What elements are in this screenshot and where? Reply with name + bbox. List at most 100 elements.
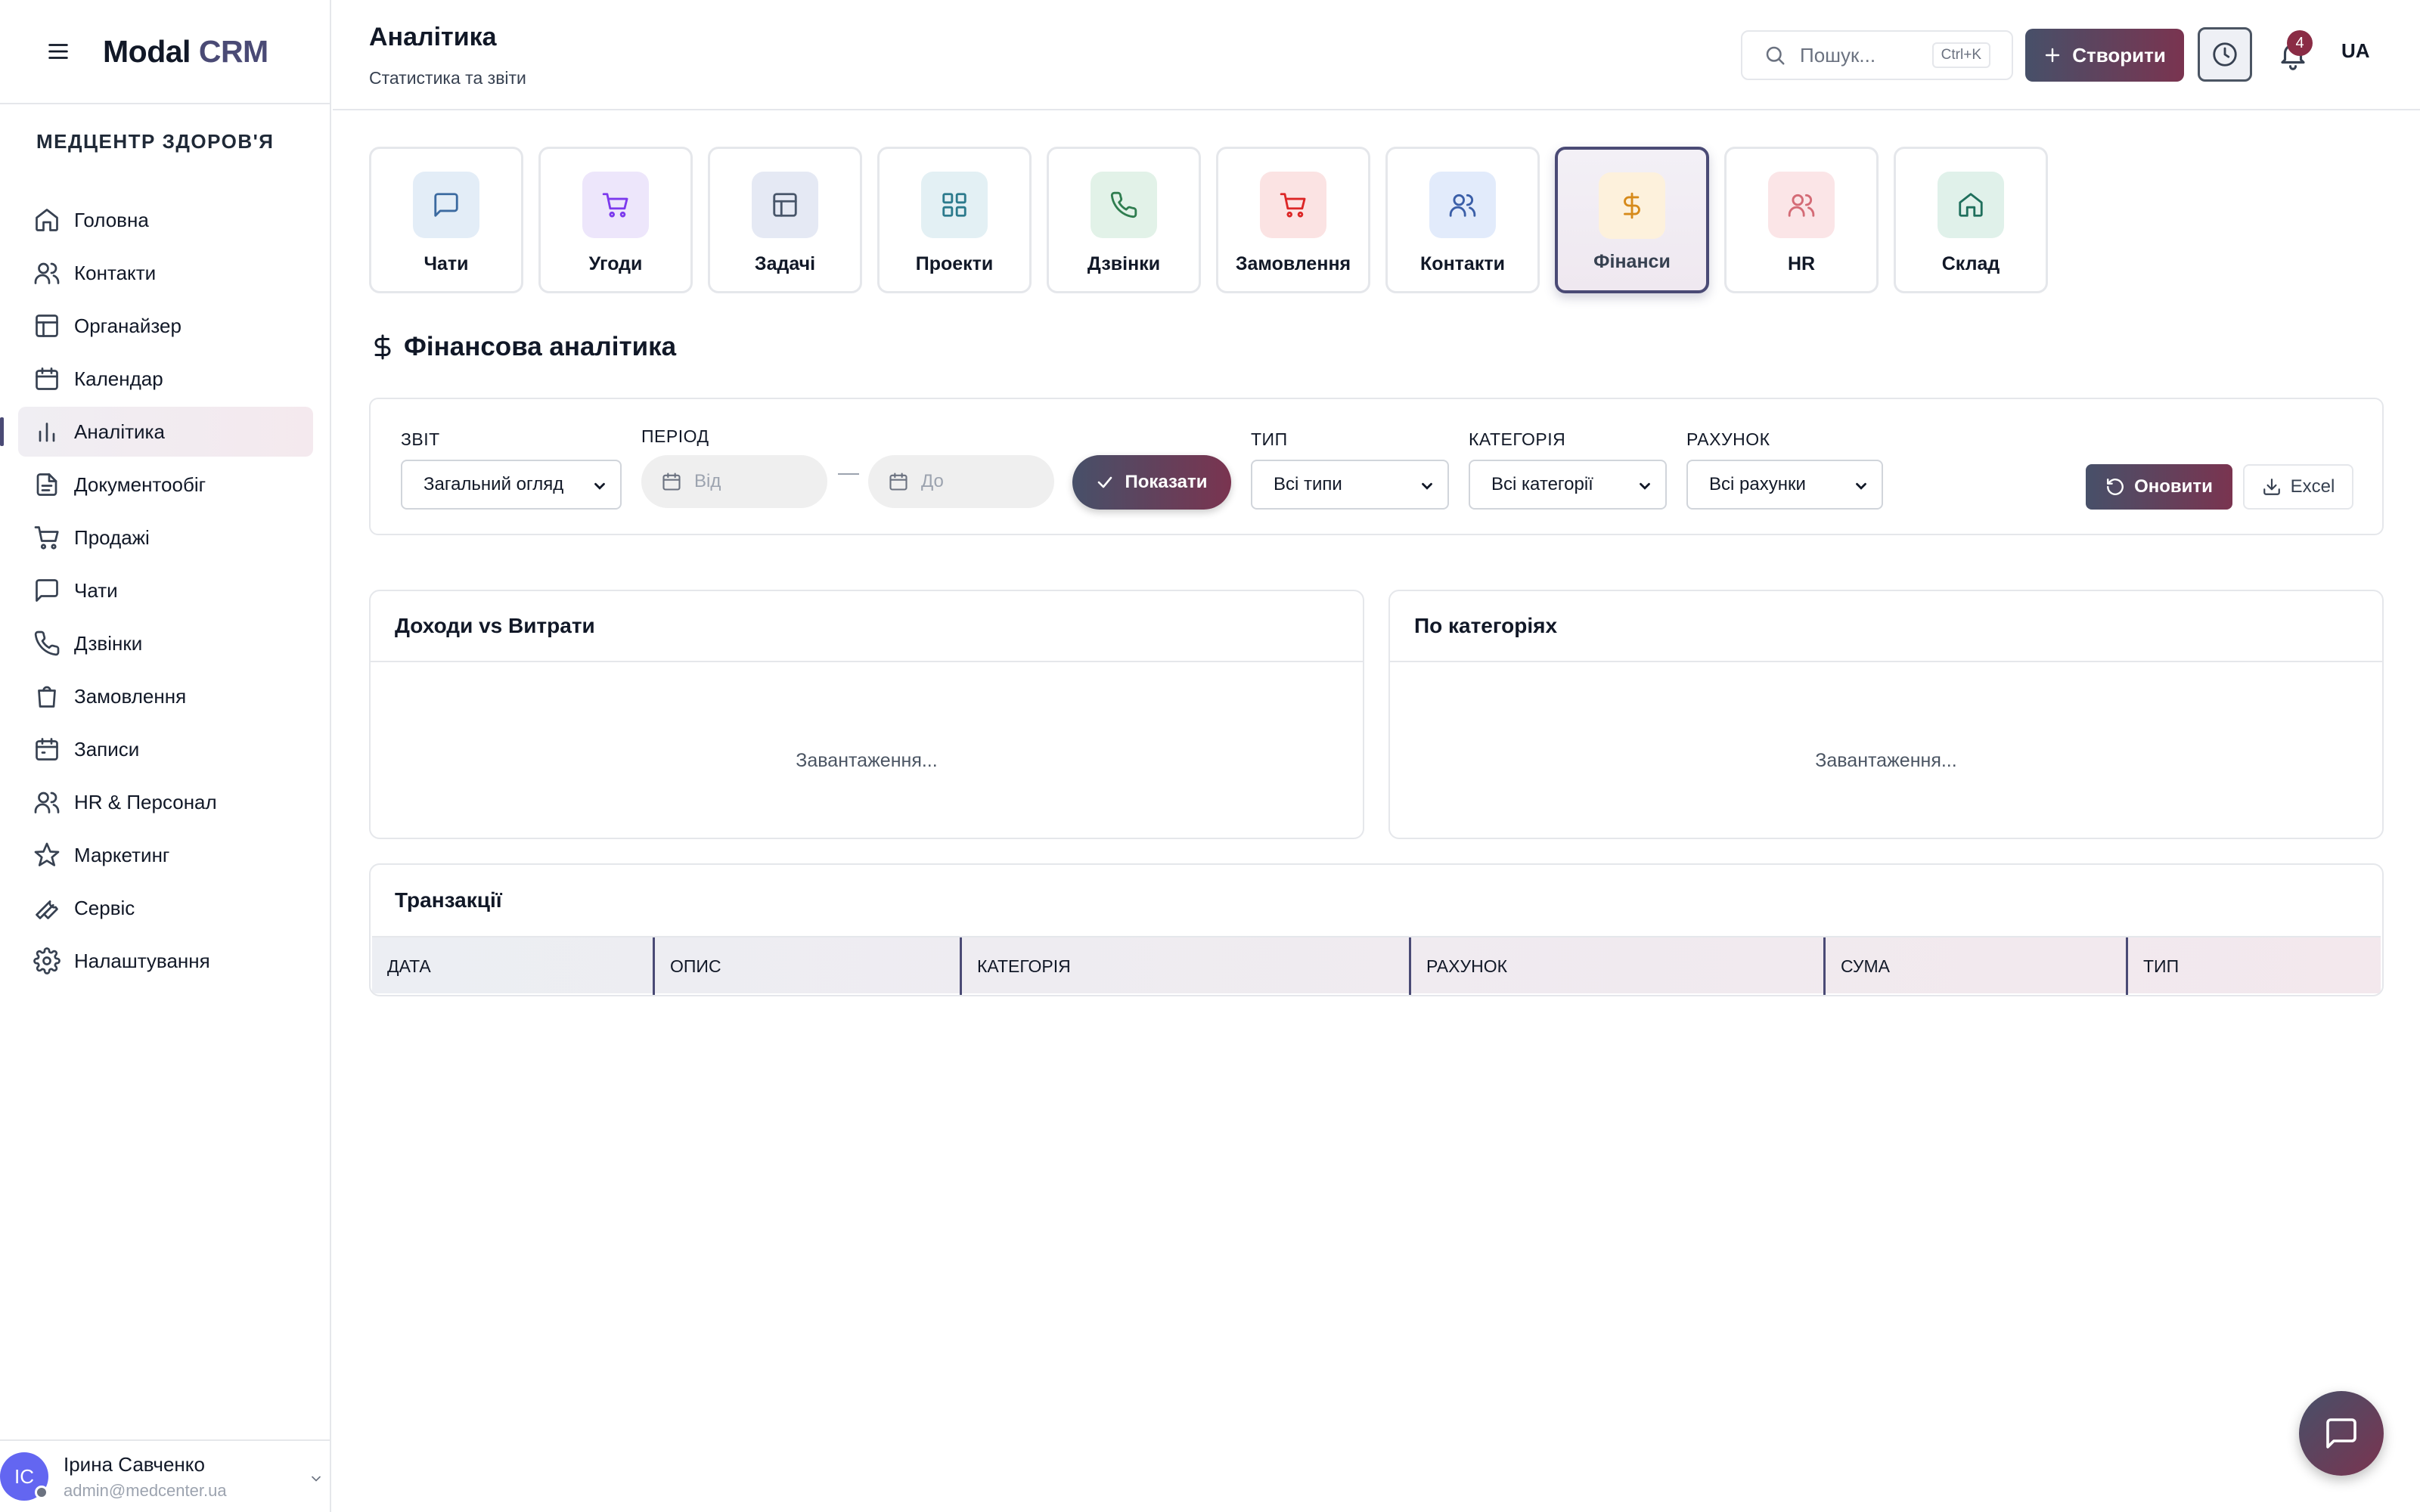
wrench-icon — [36, 900, 58, 919]
chat-icon — [413, 172, 479, 238]
module-tile-label: Задачі — [754, 253, 816, 274]
module-tile-deals[interactable]: Угоди — [538, 147, 693, 293]
sidebar-item-sales[interactable]: Продажі — [18, 513, 313, 562]
phone-icon — [34, 631, 60, 656]
sidebar-item-marketing[interactable]: Маркетинг — [18, 830, 313, 880]
module-tile-tasks[interactable]: Задачі — [708, 147, 862, 293]
column-header-date[interactable]: ДАТА — [372, 937, 655, 995]
search-shortcut-hint: Ctrl+K — [1931, 42, 1990, 68]
type-select[interactable]: Всі типи — [1251, 460, 1449, 510]
refresh-button[interactable]: Оновити — [2086, 464, 2232, 510]
period-label: ПЕРІОД — [641, 426, 709, 446]
sidebar-item-chats[interactable]: Чати — [18, 565, 313, 615]
account-label: РАХУНОК — [1686, 429, 1770, 449]
refresh-button-label: Оновити — [2134, 476, 2213, 497]
user-name: Ірина Савченко — [64, 1452, 205, 1476]
show-button[interactable]: Показати — [1072, 455, 1231, 510]
check-icon — [1098, 476, 1112, 488]
sidebar-item-label: Записи — [74, 737, 140, 761]
column-header-amount[interactable]: СУМА — [1826, 937, 2128, 995]
layout-icon — [752, 172, 818, 238]
hamburger-menu-icon[interactable] — [44, 37, 73, 66]
layout-icon — [36, 314, 58, 337]
module-tile-label: Чати — [424, 253, 469, 274]
section-title: Фінансова аналітика — [369, 331, 676, 363]
sidebar-item-organizer[interactable]: Органайзер — [18, 301, 313, 351]
users-icon — [1429, 172, 1496, 238]
module-tile-label: Угоди — [588, 253, 643, 274]
sidebar-item-service[interactable]: Сервіс — [18, 883, 313, 933]
sidebar-item-home[interactable]: Головна — [18, 195, 313, 245]
user-profile[interactable]: IC Ірина Савченко admin@medcenter.ua — [0, 1439, 331, 1512]
user-email: admin@medcenter.ua — [64, 1480, 227, 1500]
type-label: ТИП — [1251, 429, 1288, 449]
search-input[interactable] — [1800, 43, 1921, 67]
column-header-category[interactable]: КАТЕГОРІЯ — [962, 937, 1411, 995]
account-select-value: Всі рахунки — [1709, 474, 1806, 494]
module-tile-chats[interactable]: Чати — [369, 147, 523, 293]
star-icon — [34, 842, 60, 866]
column-header-type[interactable]: ТИП — [2128, 937, 2381, 995]
sidebar-item-calls[interactable]: Дзвінки — [18, 618, 313, 668]
logo-accent-text: CRM — [198, 33, 268, 69]
category-select[interactable]: Всі категорії — [1469, 460, 1667, 510]
file-icon — [36, 473, 57, 496]
module-tile-label: Дзвінки — [1087, 253, 1161, 274]
sidebar-item-orders[interactable]: Замовлення — [18, 671, 313, 721]
report-select[interactable]: Загальний огляд — [401, 460, 622, 510]
module-tile-contacts[interactable]: Контакти — [1385, 147, 1540, 293]
date-to-input[interactable]: До — [868, 455, 1054, 508]
history-button[interactable] — [2198, 27, 2252, 82]
module-tile-label: Проекти — [915, 253, 994, 274]
panel-title: Транзакції — [395, 888, 502, 912]
column-header-account[interactable]: РАХУНОК — [1411, 937, 1826, 995]
module-tile-orders[interactable]: Замовлення — [1216, 147, 1370, 293]
account-select[interactable]: Всі рахунки — [1686, 460, 1883, 510]
module-tile-calls[interactable]: Дзвінки — [1047, 147, 1201, 293]
sidebar-item-calendar[interactable]: Календар — [18, 354, 313, 404]
sidebar-item-documents[interactable]: Документообіг — [18, 460, 313, 510]
cart-icon — [582, 172, 649, 238]
sidebar-item-settings[interactable]: Налаштування — [18, 936, 313, 986]
chevron-down-icon — [1640, 482, 1650, 490]
chat-fab-button[interactable] — [2299, 1391, 2384, 1476]
sidebar-item-analytics[interactable]: Аналітика — [0, 407, 313, 457]
date-from-input[interactable]: Від — [641, 455, 827, 508]
excel-export-button[interactable]: Excel — [2243, 464, 2353, 510]
page-subtitle: Статистика та звіти — [369, 68, 526, 88]
sidebar-item-contacts[interactable]: Контакти — [18, 248, 313, 298]
app-logo[interactable]: Modal CRM — [103, 34, 268, 70]
calendar-check-icon — [36, 738, 58, 761]
language-switcher[interactable]: UA — [2341, 39, 2370, 63]
module-tile-projects[interactable]: Проекти — [877, 147, 1032, 293]
chevron-down-icon — [594, 482, 605, 490]
create-button[interactable]: Створити — [2025, 29, 2184, 82]
loading-text: Завантаження... — [796, 750, 938, 771]
category-label: КАТЕГОРІЯ — [1469, 429, 1566, 449]
date-to-placeholder: До — [921, 471, 944, 491]
refresh-icon — [2107, 479, 2124, 495]
module-tile-warehouse[interactable]: Склад — [1894, 147, 2048, 293]
status-dot — [35, 1486, 48, 1499]
sidebar-item-hr[interactable]: HR & Персонал — [18, 777, 313, 827]
transactions-panel: Транзакції ДАТА ОПИС КАТЕГОРІЯ РАХУНОК С… — [369, 863, 2384, 996]
module-tile-finance[interactable]: Фінанси — [1555, 147, 1709, 293]
income-vs-expenses-panel: Доходи vs Витрати Завантаження... — [369, 590, 1364, 839]
phone-icon — [1091, 172, 1157, 238]
home-icon — [36, 209, 58, 231]
date-from-placeholder: Від — [694, 471, 721, 491]
cart-icon — [1260, 172, 1326, 238]
sidebar-item-label: Продажі — [74, 525, 150, 549]
sidebar: Modal CRM МЕДЦЕНТР ЗДОРОВ'Я Головна Конт… — [0, 0, 331, 1512]
module-tile-hr[interactable]: HR — [1724, 147, 1879, 293]
show-button-label: Показати — [1125, 472, 1208, 492]
sidebar-item-label: Налаштування — [74, 949, 210, 972]
bar-chart-icon — [39, 423, 55, 442]
search-icon — [1766, 46, 1785, 65]
sidebar-item-appointments[interactable]: Записи — [18, 724, 313, 774]
module-tile-label: HR — [1787, 253, 1816, 274]
column-header-description[interactable]: ОПИС — [655, 937, 962, 995]
loading-text: Завантаження... — [1815, 750, 1957, 771]
search-box[interactable]: Ctrl+K — [1741, 30, 2013, 80]
avatar: IC — [0, 1452, 48, 1501]
